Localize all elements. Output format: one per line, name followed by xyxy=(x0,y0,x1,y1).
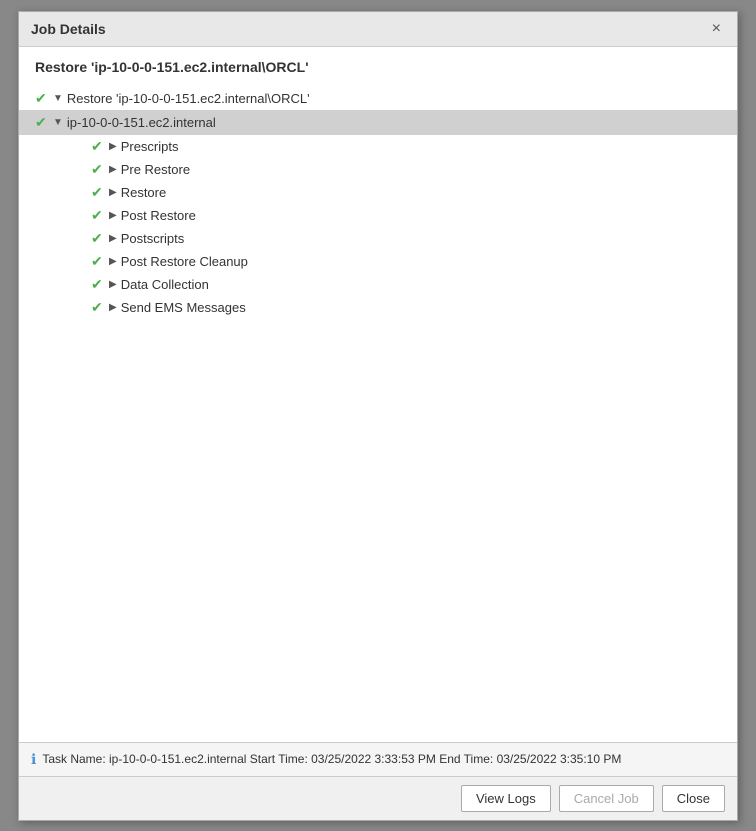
close-button[interactable]: Close xyxy=(662,785,725,812)
expand-arrow-icon[interactable]: ▶ xyxy=(109,302,117,313)
check-icon: ✔ xyxy=(91,184,109,201)
tree-item[interactable]: ✔ ▶ Post Restore xyxy=(35,204,721,227)
dialog-footer: View Logs Cancel Job Close xyxy=(19,776,737,820)
check-icon: ✔ xyxy=(91,276,109,293)
tree-item[interactable]: ✔ ▶ Restore xyxy=(35,181,721,204)
expand-arrow-icon[interactable]: ▶ xyxy=(109,233,117,244)
check-icon: ✔ xyxy=(91,161,109,178)
check-icon: ✔ xyxy=(35,90,53,107)
tree-item[interactable]: ✔ ▶ Post Restore Cleanup xyxy=(35,250,721,273)
tree-item[interactable]: ✔ ▼ ip-10-0-0-151.ec2.internal xyxy=(19,110,737,135)
tree-item-label: Pre Restore xyxy=(121,162,190,177)
check-icon: ✔ xyxy=(91,138,109,155)
tree-item-label: Restore xyxy=(121,185,167,200)
tree-item-label: Prescripts xyxy=(121,139,179,154)
expand-arrow-icon[interactable]: ▶ xyxy=(109,210,117,221)
check-icon: ✔ xyxy=(91,253,109,270)
tree-container: ✔ ▼ Restore 'ip-10-0-0-151.ec2.internal\… xyxy=(35,87,721,730)
job-details-dialog: Job Details × Restore 'ip-10-0-0-151.ec2… xyxy=(18,11,738,821)
check-icon: ✔ xyxy=(91,299,109,316)
dialog-body: Restore 'ip-10-0-0-151.ec2.internal\ORCL… xyxy=(19,47,737,742)
status-bar: ℹ Task Name: ip-10-0-0-151.ec2.internal … xyxy=(19,742,737,776)
check-icon: ✔ xyxy=(91,207,109,224)
info-icon: ℹ xyxy=(31,751,36,768)
expand-arrow-icon[interactable]: ▶ xyxy=(109,187,117,198)
expand-arrow-icon[interactable]: ▶ xyxy=(109,279,117,290)
dialog-header: Job Details × xyxy=(19,12,737,47)
tree-item-label: ip-10-0-0-151.ec2.internal xyxy=(67,115,216,130)
tree-item-label: Post Restore Cleanup xyxy=(121,254,248,269)
status-text: Task Name: ip-10-0-0-151.ec2.internal St… xyxy=(42,752,621,766)
tree-item[interactable]: ✔ ▶ Pre Restore xyxy=(35,158,721,181)
expand-arrow-icon[interactable]: ▶ xyxy=(109,164,117,175)
check-icon: ✔ xyxy=(91,230,109,247)
tree-item[interactable]: ✔ ▼ Restore 'ip-10-0-0-151.ec2.internal\… xyxy=(35,87,721,110)
expand-arrow-icon[interactable]: ▶ xyxy=(109,256,117,267)
tree-item[interactable]: ✔ ▶ Prescripts xyxy=(35,135,721,158)
tree-item[interactable]: ✔ ▶ Data Collection xyxy=(35,273,721,296)
job-title: Restore 'ip-10-0-0-151.ec2.internal\ORCL… xyxy=(35,59,721,75)
dialog-title: Job Details xyxy=(31,21,106,37)
close-x-button[interactable]: × xyxy=(708,20,725,38)
tree-item[interactable]: ✔ ▶ Postscripts xyxy=(35,227,721,250)
cancel-job-button[interactable]: Cancel Job xyxy=(559,785,654,812)
collapse-arrow-icon[interactable]: ▼ xyxy=(53,117,63,128)
collapse-arrow-icon[interactable]: ▼ xyxy=(53,93,63,104)
view-logs-button[interactable]: View Logs xyxy=(461,785,551,812)
tree-item-label: Postscripts xyxy=(121,231,185,246)
tree-item-label: Send EMS Messages xyxy=(121,300,246,315)
tree-item-label: Post Restore xyxy=(121,208,196,223)
tree-item-label: Data Collection xyxy=(121,277,209,292)
check-icon: ✔ xyxy=(35,114,53,131)
expand-arrow-icon[interactable]: ▶ xyxy=(109,141,117,152)
tree-item-label: Restore 'ip-10-0-0-151.ec2.internal\ORCL… xyxy=(67,91,310,106)
tree-item[interactable]: ✔ ▶ Send EMS Messages xyxy=(35,296,721,319)
